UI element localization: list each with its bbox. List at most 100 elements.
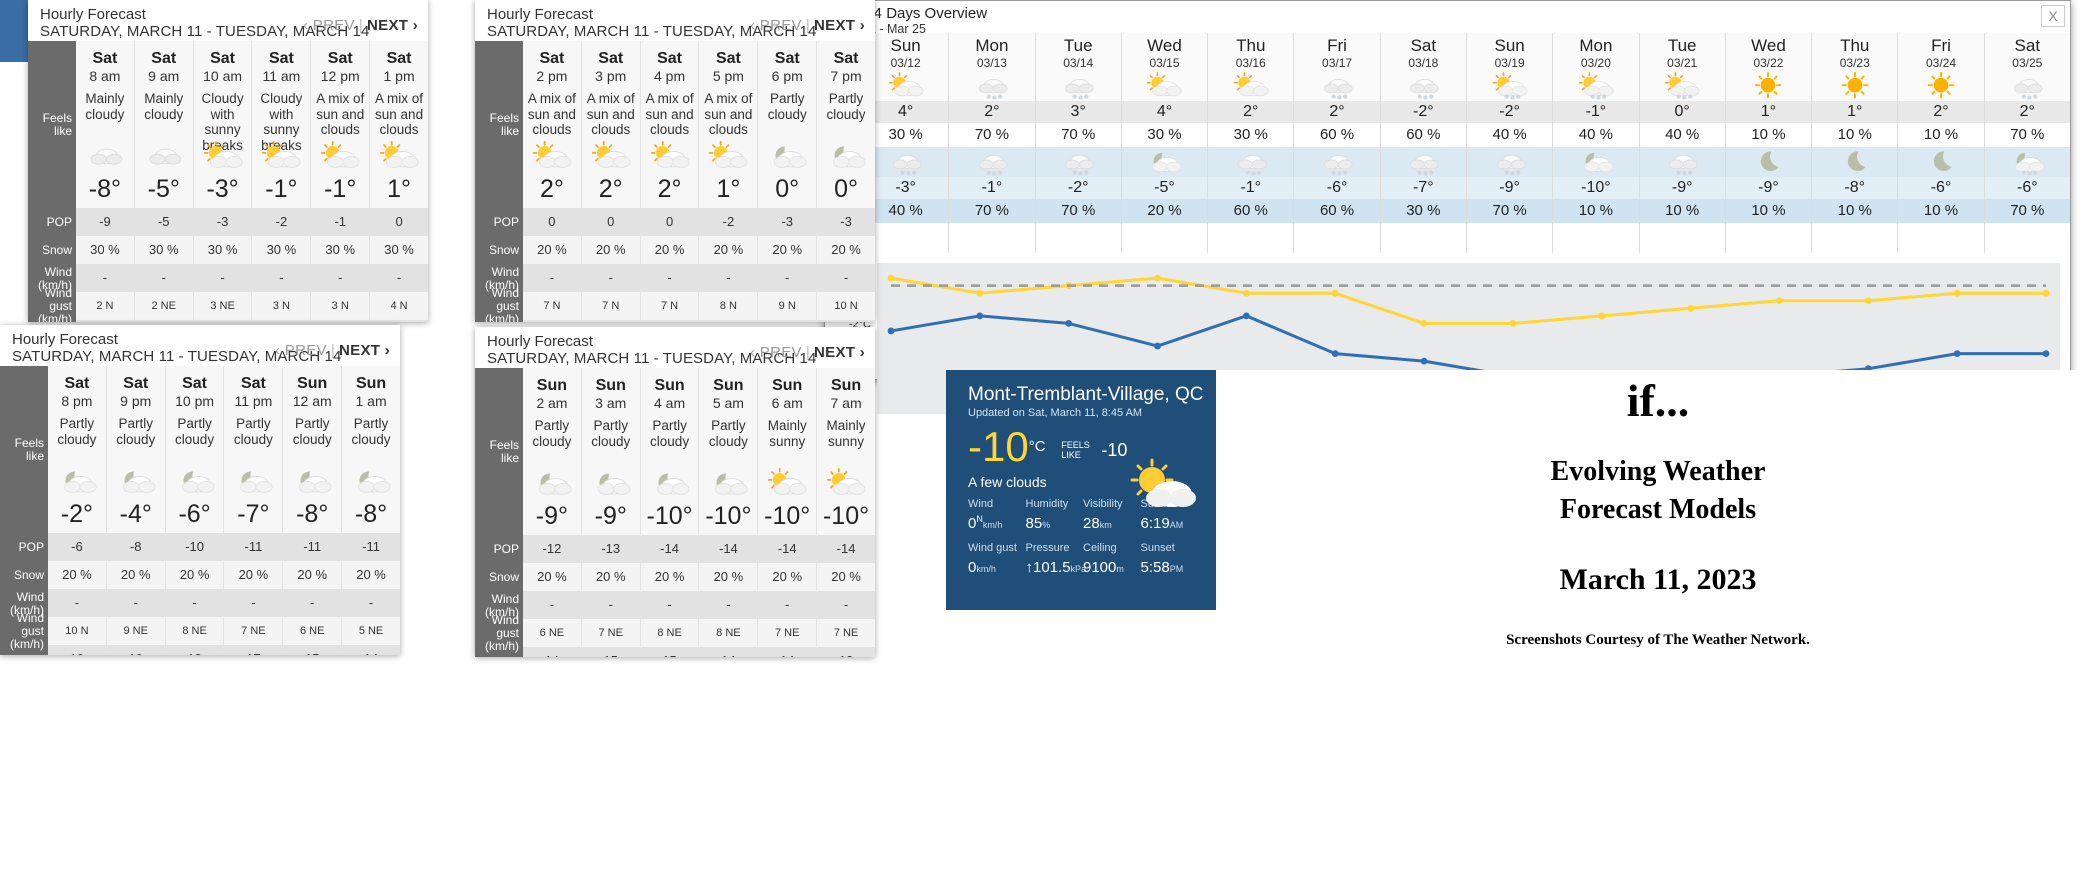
prev-button[interactable]: ‹ PREV (750, 344, 802, 361)
headline-text: Evolving Weather Forecast Models (1216, 427, 2100, 529)
sun-cloud-icon (1121, 71, 1208, 101)
next-button[interactable]: NEXT › (339, 342, 390, 359)
column-wind: 9 N (758, 292, 817, 320)
column-wind: 7 N (581, 292, 640, 320)
overview-date-range: Mar 12 - Mar 25 (837, 22, 926, 36)
overview-day-column: Wed 03/15 4° 30 % -5° 20 % (1121, 33, 1209, 253)
overview-night-temp: -9° (1725, 177, 1812, 199)
moon-icon (1898, 147, 1984, 177)
column-wind-gust: 21 (370, 320, 428, 322)
column-time: 1 am (355, 393, 387, 409)
overview-day-date: 03/17 (1294, 56, 1380, 71)
cloud-snow-icon (863, 147, 949, 177)
column-time: 9 pm (120, 393, 152, 409)
column-day: Sat (268, 50, 294, 67)
column-snow: - (581, 591, 640, 619)
column-temperature: -2° (60, 500, 94, 528)
row-label-pop: POP (0, 534, 48, 562)
next-button[interactable]: NEXT › (814, 17, 865, 34)
overview-night-pop: 60 % (1294, 199, 1380, 223)
column-time: 7 pm (830, 68, 862, 84)
current-conditions-card: Mont-Tremblant-Village, QC Updated on Sa… (946, 370, 1216, 610)
column-time: 2 am (536, 395, 568, 411)
overview-day-column: Wed 03/22 1° 10 % -9° 10 % (1725, 33, 1813, 253)
feels-like-value: -10 (1101, 439, 1128, 460)
hourly-column: Sat 9 am Mainly cloudy -5° -5 30 % - 2 N… (134, 41, 194, 322)
panel-nav: ‹ PREV | NEXT › (303, 17, 418, 34)
row-label-feels-like: Feels like (28, 41, 76, 209)
cloud-snow-icon (1466, 147, 1553, 177)
cloud-snow-icon (1639, 147, 1725, 177)
overview-day-pop: 30 % (1208, 123, 1294, 147)
column-snow: - (134, 264, 193, 292)
column-time: 12 pm (320, 68, 360, 84)
overview-grid: Day POP Night POP Sun 03/12 4° 30 % -3° … (825, 33, 2070, 253)
prev-button[interactable]: ‹ PREV (750, 17, 802, 34)
column-day: Sun (654, 377, 685, 394)
column-wind-gust: 13 (817, 647, 875, 657)
panel-body: Feels like POP Snow Wind (km/h) Wind gus… (475, 368, 875, 657)
overview-night-temp: -6° (1294, 177, 1380, 199)
cloud-snow-icon (1035, 71, 1121, 101)
hourly-column: Sun 4 am Partly cloudy -10° -14 20 % - 8… (640, 368, 700, 657)
overview-day-temp: 2° (1208, 101, 1294, 123)
sun-snow-icon (1466, 71, 1553, 101)
cloud-snow-icon (1294, 71, 1380, 101)
column-wind-gust: 23 (193, 320, 252, 322)
overview-day-temp: 3° (1035, 101, 1121, 123)
row-labels-column: Feels like POP Snow Wind (km/h) Wind gus… (28, 41, 76, 322)
column-snow: - (699, 591, 758, 619)
column-condition: Partly cloudy (116, 416, 156, 447)
overview-day-date: 03/16 (1208, 56, 1294, 71)
column-snow: - (640, 591, 699, 619)
column-day: Sun (536, 377, 568, 394)
overview-night-pop: 20 % (1121, 199, 1208, 223)
hourly-column: Sat 12 pm A mix of sun and clouds -1° -1… (311, 41, 371, 322)
updated-timestamp: Updated on Sat, March 11, 8:45 AM (968, 407, 1143, 419)
overview-day-pop: 10 % (1725, 123, 1812, 147)
hourly-column: Sat 11 pm Partly cloudy -7° -11 20 % - 7… (224, 366, 284, 655)
column-wind-gust: 22 (311, 320, 370, 322)
metric-unit: m (1116, 563, 1124, 574)
column-day: Sat (386, 50, 412, 67)
overview-day-date: 03/18 (1380, 56, 1466, 71)
overview-day-date: 03/24 (1898, 56, 1984, 71)
overview-day-name: Sun (1466, 33, 1553, 56)
prev-button[interactable]: ‹ PREV (303, 17, 355, 34)
row-label-pop: POP (475, 209, 523, 237)
next-button[interactable]: NEXT › (367, 17, 418, 34)
overview-day-date: 03/22 (1725, 56, 1812, 71)
overview-day-temp: -1° (1553, 101, 1639, 123)
prev-button[interactable]: ‹ PREV (275, 342, 327, 359)
column-pop: 30 % (193, 236, 252, 264)
row-labels-column: Feels like POP Snow Wind (km/h) Wind gus… (475, 41, 523, 322)
next-button[interactable]: NEXT › (814, 344, 865, 361)
metric-unit: km (1099, 519, 1112, 530)
metric-value: 5:58 (1140, 558, 1170, 576)
overview-day-temp: 0° (1639, 101, 1725, 123)
hourly-column: Sun 7 am Mainly sunny -10° -14 20 % - 7 … (817, 368, 875, 657)
hourly-forecast-panel: Hourly Forecast SATURDAY, MARCH 11 - TUE… (475, 327, 875, 657)
headline-line-2: Forecast Models (1559, 494, 1757, 525)
overview-night-pop: 10 % (1553, 199, 1639, 223)
column-pop: 20 % (48, 561, 106, 589)
sun-cloud-icon (523, 138, 581, 174)
column-feels-like: -9 (76, 208, 134, 236)
column-snow: - (758, 591, 817, 619)
row-label-wind-gust: Wind gust (km/h) (0, 612, 48, 651)
close-icon[interactable]: X (2041, 5, 2065, 27)
column-wind-gust: 20 (581, 320, 640, 322)
overview-title: Full 14 Days Overview (837, 5, 988, 22)
overview-night-pop: 70 % (1984, 199, 2070, 223)
overview-day-name: Thu (1208, 33, 1294, 56)
column-feels-like: 0 (581, 208, 640, 236)
column-wind-gust: 20 (758, 320, 817, 322)
hourly-forecast-panel: Hourly Forecast SATURDAY, MARCH 11 - TUE… (475, 0, 875, 322)
overview-day-temp: 2° (1898, 101, 1984, 123)
overview-day-temp: -2° (1380, 101, 1466, 123)
column-feels-like: -8 (106, 533, 165, 561)
current-temp-value: -10 (968, 423, 1029, 470)
moon-cloud-icon (758, 138, 816, 174)
overview-day-temp: -2° (1466, 101, 1553, 123)
column-wind-gust: 14 (523, 647, 581, 657)
